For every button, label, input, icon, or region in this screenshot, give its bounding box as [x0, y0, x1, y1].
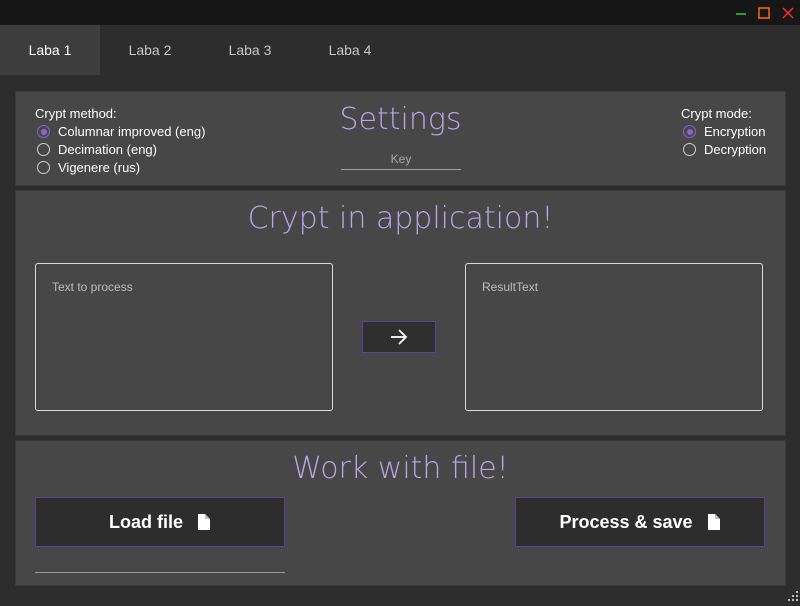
settings-title: Settings — [339, 102, 462, 137]
tab-label: Laba 1 — [28, 42, 72, 58]
method-option-label: Vigenere (rus) — [58, 160, 141, 175]
resize-grip-icon[interactable] — [788, 588, 798, 601]
process-button[interactable] — [362, 321, 436, 353]
tab-label: Laba 4 — [328, 42, 372, 58]
text-input[interactable] — [35, 263, 333, 411]
tab-label: Laba 3 — [228, 42, 272, 58]
mode-option-encryption[interactable]: Encryption — [683, 124, 765, 139]
tab-laba-4[interactable]: Laba 4 — [300, 25, 400, 75]
load-file-button[interactable]: Load file — [35, 497, 285, 547]
process-save-button[interactable]: Process & save — [515, 497, 765, 547]
result-text: ResultText — [482, 280, 539, 294]
minimize-icon — [736, 12, 746, 15]
file-panel: Work with file! Load file Process & save — [15, 440, 786, 586]
document-icon — [197, 514, 211, 530]
mode-option-decryption[interactable]: Decryption — [683, 142, 766, 157]
crypt-mode-label: Crypt mode: — [681, 106, 752, 121]
file-path-field[interactable] — [35, 572, 285, 573]
close-icon — [782, 6, 794, 19]
minimize-button[interactable] — [731, 3, 751, 22]
method-option-vigenere[interactable]: Vigenere (rus) — [37, 160, 140, 175]
maximize-button[interactable] — [754, 3, 774, 22]
radio-button[interactable] — [683, 125, 696, 138]
radio-button[interactable] — [37, 161, 50, 174]
mode-option-label: Encryption — [704, 124, 766, 139]
arrow-right-icon — [391, 329, 408, 345]
crypt-panel: Crypt in application! ResultText — [15, 190, 786, 436]
mode-option-label: Decryption — [704, 142, 767, 157]
tab-laba-3[interactable]: Laba 3 — [200, 25, 300, 75]
document-icon — [707, 514, 721, 530]
method-option-label: Decimation (eng) — [58, 142, 157, 157]
tab-laba-2[interactable]: Laba 2 — [100, 25, 200, 75]
process-save-label: Process & save — [559, 511, 693, 532]
file-title: Work with file! — [292, 451, 509, 486]
close-button[interactable] — [778, 3, 798, 22]
tab-label: Laba 2 — [128, 42, 172, 58]
maximize-icon — [758, 6, 770, 19]
radio-button[interactable] — [37, 143, 50, 156]
method-option-decimation[interactable]: Decimation (eng) — [37, 142, 157, 157]
radio-button[interactable] — [683, 143, 696, 156]
crypt-title: Crypt in application! — [247, 201, 554, 236]
title-bar — [0, 0, 800, 25]
key-input[interactable] — [341, 149, 461, 170]
load-file-label: Load file — [108, 511, 183, 532]
tab-bar: Laba 1 Laba 2 Laba 3 Laba 4 — [0, 25, 800, 75]
tab-laba-1[interactable]: Laba 1 — [0, 25, 100, 75]
settings-panel: Crypt method: Columnar improved (eng) De… — [15, 91, 786, 186]
result-output: ResultText — [465, 263, 763, 411]
